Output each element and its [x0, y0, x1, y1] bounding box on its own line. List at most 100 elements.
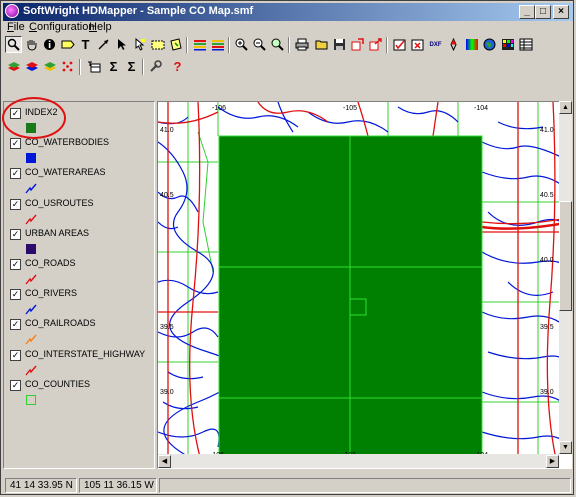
river — [507, 281, 554, 296]
vertical-scrollbar[interactable]: ▲ ▼ — [559, 101, 572, 454]
info-icon[interactable] — [41, 36, 58, 53]
map-right-label: 39.0 — [540, 389, 554, 396]
color-map-icon[interactable] — [463, 36, 480, 53]
layer-visibility-checkbox[interactable]: ✓ — [10, 379, 21, 391]
pan-hand-icon[interactable] — [23, 36, 40, 53]
map-right-label: 40.0 — [540, 257, 554, 264]
layer-symbol — [25, 304, 37, 315]
vertical-scroll-thumb[interactable] — [559, 201, 572, 311]
road — [357, 102, 369, 137]
save-icon[interactable] — [331, 36, 348, 53]
map-left-label: 39.0 — [160, 389, 174, 396]
layer-visibility-checkbox[interactable]: ✓ — [10, 198, 21, 210]
toolbar-separator — [288, 37, 290, 53]
map-top-label: -104 — [474, 105, 488, 112]
dxf-export-icon[interactable]: DXF — [427, 36, 444, 53]
title-bar: SoftWright HDMapper - Sample CO Map.smf … — [3, 3, 573, 21]
select-tool-icon[interactable] — [131, 36, 148, 53]
layer-props-icon[interactable] — [41, 58, 58, 75]
sum-selected-icon[interactable]: Σ — [123, 58, 140, 75]
toolbar-separator — [186, 37, 188, 53]
layer-visibility-checkbox[interactable]: ✓ — [10, 289, 21, 301]
export-b-icon[interactable] — [367, 36, 384, 53]
scroll-left-button[interactable]: ◀ — [158, 455, 171, 468]
status-bar: 41 14 33.95 N 105 11 36.15 W — [3, 477, 573, 494]
text-tool-icon[interactable]: T — [77, 36, 94, 53]
zoom-in-icon[interactable] — [233, 36, 250, 53]
layer-visibility-checkbox[interactable]: ✓ — [10, 168, 21, 180]
scroll-down-button[interactable]: ▼ — [559, 441, 572, 454]
settings-icon[interactable] — [147, 58, 164, 75]
layer-add-icon[interactable] — [5, 58, 22, 75]
layer-symbol — [26, 153, 36, 164]
scroll-right-button[interactable]: ▶ — [546, 455, 559, 468]
map-right-label: 41.0 — [540, 127, 554, 134]
layers-a-icon[interactable] — [191, 36, 208, 53]
grid-icon[interactable] — [499, 36, 516, 53]
river — [481, 311, 571, 333]
river — [481, 141, 571, 163]
label-tool-icon[interactable] — [59, 36, 76, 53]
zoom-full-icon[interactable] — [269, 36, 286, 53]
layer-visibility-checkbox[interactable]: ✓ — [10, 349, 21, 361]
points-icon[interactable] — [59, 58, 76, 75]
layer-visibility-checkbox[interactable]: ✓ — [10, 259, 21, 270]
map-view[interactable]: -106-105-104-106-106-10441.040.539.539.0… — [157, 101, 572, 469]
select-poly-icon[interactable] — [167, 36, 184, 53]
layer-name: CO_COUNTIES — [25, 378, 91, 389]
edit-a-icon[interactable] — [391, 36, 408, 53]
minimize-button[interactable]: _ — [519, 5, 535, 19]
river — [481, 171, 571, 193]
menu-help[interactable]: Help — [89, 21, 112, 33]
zoom-magnifier-icon[interactable] — [5, 36, 22, 53]
road — [189, 102, 204, 468]
map-top-label: -106 — [212, 105, 226, 112]
layers-b-icon[interactable] — [209, 36, 226, 53]
toolbar-separator — [386, 37, 388, 53]
status-longitude: 105 11 36.15 W — [79, 478, 157, 493]
zoom-out-icon[interactable] — [251, 36, 268, 53]
pointer-icon[interactable] — [113, 36, 130, 53]
help-icon[interactable]: ? — [169, 58, 186, 75]
select-area-icon[interactable] — [149, 36, 166, 53]
river — [397, 106, 459, 123]
road — [546, 102, 559, 468]
layer-symbol — [25, 274, 37, 285]
edit-b-icon[interactable] — [409, 36, 426, 53]
layer-remove-icon[interactable] — [23, 58, 40, 75]
map-left-label: 39.5 — [160, 324, 174, 331]
table-icon[interactable] — [517, 36, 534, 53]
window-title: SoftWright HDMapper - Sample CO Map.smf — [23, 5, 254, 17]
layer-symbol — [25, 214, 37, 225]
menu-file[interactable]: File — [7, 21, 25, 33]
river — [497, 121, 544, 130]
sum-icon[interactable]: Σ — [105, 58, 122, 75]
layer-name: URBAN AREAS — [25, 227, 90, 238]
maximize-button[interactable]: □ — [535, 5, 551, 19]
layer-visibility-checkbox[interactable]: ✓ — [10, 319, 21, 331]
road — [257, 102, 329, 123]
app-icon — [5, 4, 19, 18]
open-folder-icon[interactable] — [313, 36, 330, 53]
map-right-label: 39.5 — [540, 324, 554, 331]
highlight-ellipse — [2, 97, 66, 139]
horizontal-scrollbar[interactable]: ◀ ▶ — [158, 454, 559, 468]
river — [167, 371, 204, 380]
line-tool-icon[interactable] — [95, 36, 112, 53]
map-top-label: -105 — [343, 105, 357, 112]
layer-visibility-checkbox[interactable]: ✓ — [10, 138, 21, 150]
layer-name: CO_ROADS — [25, 258, 76, 268]
river — [481, 431, 571, 453]
print-icon[interactable] — [293, 36, 310, 53]
layer-symbol — [25, 365, 37, 376]
close-button[interactable]: × — [553, 5, 569, 19]
compass-icon[interactable] — [445, 36, 462, 53]
layer-name: CO_WATERAREAS — [25, 167, 106, 178]
menu-configuration[interactable]: Configuration — [29, 21, 94, 33]
export-a-icon[interactable] — [349, 36, 366, 53]
table-view-icon[interactable] — [85, 58, 102, 75]
map-canvas[interactable]: -106-105-104-106-106-10441.040.539.539.0… — [158, 102, 571, 468]
globe-icon[interactable] — [481, 36, 498, 53]
scroll-up-button[interactable]: ▲ — [559, 101, 572, 114]
layer-visibility-checkbox[interactable]: ✓ — [10, 228, 21, 240]
